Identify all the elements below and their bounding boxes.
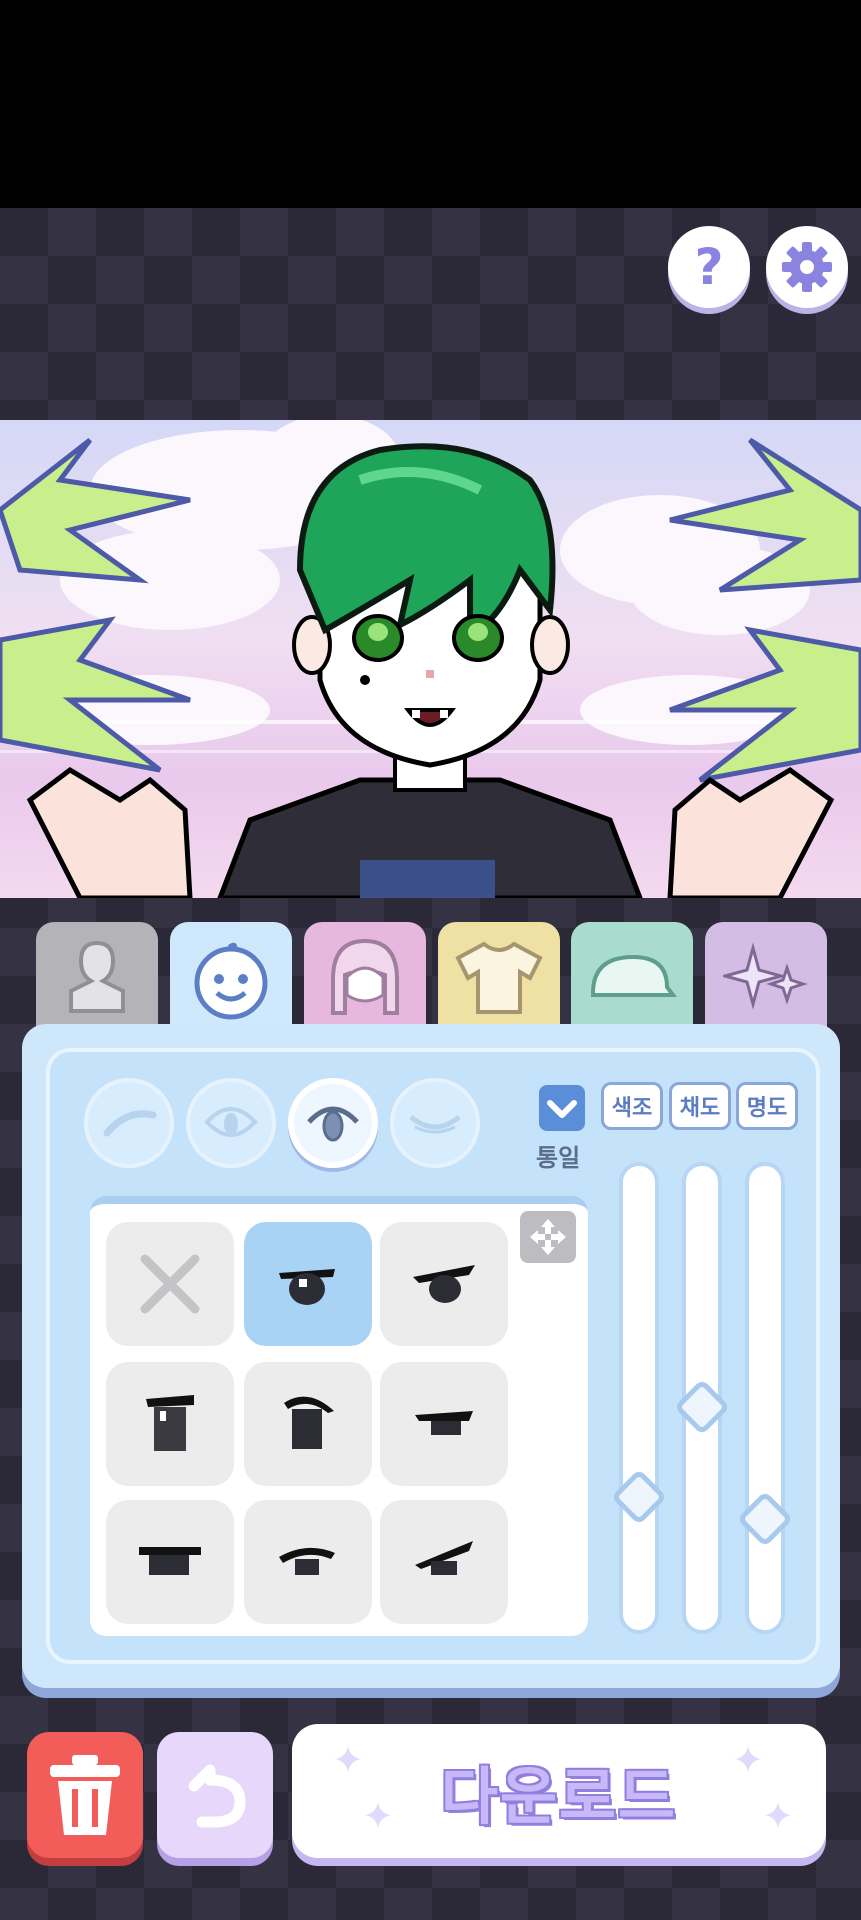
sparkle-decor-icon: ✦: [732, 1738, 764, 1782]
none-x-icon: [140, 1254, 200, 1314]
eye-style-6-icon: [139, 1547, 201, 1575]
subtab-eye-shape[interactable]: [186, 1078, 276, 1168]
eye-option-8[interactable]: [380, 1500, 508, 1624]
preview-illustration: [0, 420, 861, 898]
move-arrows-icon: [530, 1219, 566, 1255]
eye-option-none[interactable]: [106, 1222, 234, 1346]
hair-icon: [331, 938, 399, 1015]
unify-label: 통일: [536, 1144, 581, 1172]
eye-style-4-icon: [284, 1396, 334, 1449]
subtab-eyebrows[interactable]: [84, 1078, 174, 1168]
eye-option-5[interactable]: [380, 1362, 508, 1486]
eye-option-6[interactable]: [106, 1500, 234, 1624]
checkmark-icon: [547, 1100, 577, 1118]
character-preview: [0, 420, 861, 898]
eye-style-3-icon: [146, 1395, 194, 1451]
eye-option-3[interactable]: [106, 1362, 234, 1486]
delete-button[interactable]: [27, 1732, 143, 1858]
subtab-eyelids[interactable]: [390, 1078, 480, 1168]
eye-option-4[interactable]: [244, 1362, 372, 1486]
eye-outline-icon: [204, 1107, 258, 1137]
tab-effects[interactable]: [705, 922, 827, 1032]
sparkle-icon: [723, 942, 808, 1010]
sparkle-decor-icon: ✦: [762, 1794, 794, 1838]
move-handle[interactable]: [520, 1211, 576, 1263]
brightness-tab[interactable]: 명도: [736, 1082, 798, 1130]
help-button[interactable]: ?: [668, 226, 750, 308]
eye-option-7[interactable]: [244, 1500, 372, 1624]
gear-icon: [782, 242, 832, 292]
face-icon: [194, 942, 268, 1020]
trash-icon: [50, 1755, 120, 1835]
hue-slider-track[interactable]: [619, 1162, 659, 1634]
settings-button[interactable]: [766, 226, 848, 308]
eye-style-1-icon: [279, 1269, 335, 1305]
saturation-tab[interactable]: 채도: [669, 1082, 731, 1130]
eye-icon: [307, 1106, 359, 1142]
unify-checkbox[interactable]: [539, 1085, 585, 1131]
eyebrow-icon: [103, 1110, 157, 1137]
hue-tab[interactable]: 색조: [601, 1082, 663, 1130]
eye-style-7-icon: [279, 1547, 335, 1575]
sparkle-decor-icon: ✦: [332, 1738, 364, 1782]
tab-face[interactable]: [170, 922, 292, 1040]
closed-eye-icon: [409, 1115, 461, 1134]
eye-style-5-icon: [415, 1411, 473, 1435]
eye-style-8-icon: [415, 1541, 473, 1575]
undo-button[interactable]: [157, 1732, 273, 1858]
download-label: 다운로드: [440, 1760, 678, 1833]
eye-style-2-icon: [413, 1265, 475, 1303]
sparkle-decor-icon: ✦: [362, 1794, 394, 1838]
tab-body[interactable]: [36, 922, 158, 1032]
brightness-slider-track[interactable]: [745, 1162, 785, 1634]
subtab-eyes[interactable]: [288, 1078, 378, 1168]
tab-hair[interactable]: [304, 922, 426, 1032]
undo-icon: [188, 1764, 246, 1828]
eye-option-2[interactable]: [380, 1222, 508, 1346]
body-silhouette-icon: [69, 940, 125, 1013]
tab-hat[interactable]: [571, 922, 693, 1032]
download-button[interactable]: ✦ ✦ ✦ ✦ 다운로드: [292, 1724, 826, 1858]
cap-icon: [591, 954, 677, 997]
eye-option-1[interactable]: [244, 1222, 372, 1346]
question-mark-icon: ?: [694, 238, 724, 296]
tab-clothes[interactable]: [438, 922, 560, 1032]
status-bar: [0, 0, 861, 208]
tshirt-icon: [455, 941, 543, 1014]
